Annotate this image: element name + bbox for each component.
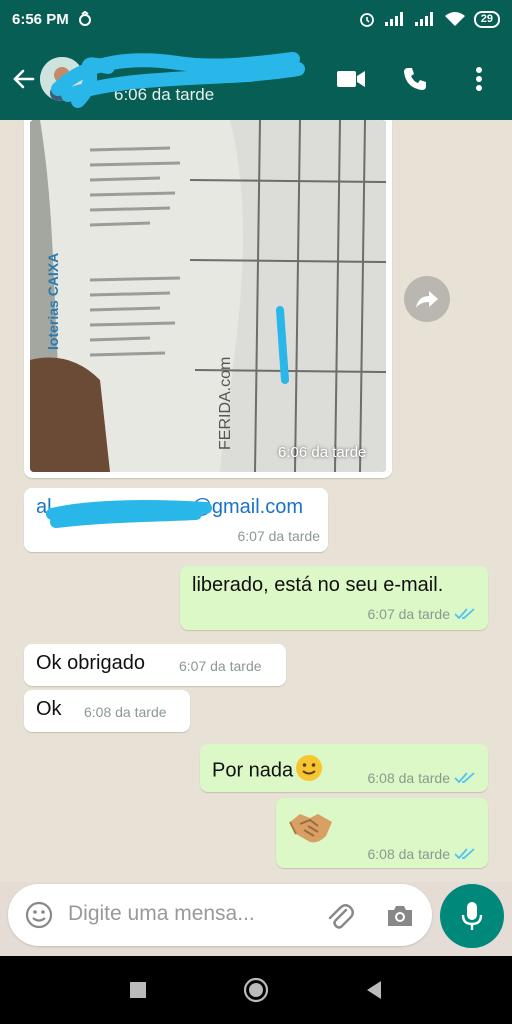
system-nav-bar (0, 956, 512, 1024)
outgoing-message[interactable]: Por nada 6:08 da tarde (200, 744, 488, 792)
email-message[interactable]: alxxxxxxxxxxxxxx@gmail.com 6:07 da tarde (24, 488, 328, 552)
contact-last-seen: 6:06 da tarde (114, 85, 215, 104)
read-ticks-icon (454, 772, 475, 784)
read-ticks-icon (454, 848, 475, 860)
message-text: Por nada (212, 754, 323, 788)
signal-icon-1 (384, 11, 406, 27)
received-photo[interactable]: loterias CAIXA FERIDA.com 6:06 da tarde (30, 120, 386, 472)
signal-icon-2 (414, 11, 436, 27)
message-time: 6:08 da tarde (367, 846, 450, 862)
message-text: Ok obrigado (36, 652, 145, 674)
smile-emoji-icon (295, 754, 323, 788)
camera-icon[interactable] (384, 900, 416, 932)
app-notification-icon (77, 11, 93, 27)
read-ticks-icon (454, 608, 475, 620)
incoming-message[interactable]: Ok 6:08 da tarde (24, 690, 190, 732)
handshake-emoji-icon (288, 808, 334, 851)
back-arrow-icon[interactable] (10, 65, 38, 93)
message-time: 6:07 da tarde (179, 658, 262, 674)
back-button[interactable] (360, 976, 388, 1004)
status-bar: 6:56 PM 29 (0, 0, 512, 38)
outgoing-message[interactable]: 6:08 da tarde (276, 798, 488, 868)
message-time: 6:06 da tarde (278, 444, 367, 461)
chat-messages[interactable]: loterias CAIXA FERIDA.com 6:06 da tarde … (0, 120, 512, 882)
message-text: liberado, está no seu e-mail. (192, 574, 444, 596)
message-time: 6:08 da tarde (367, 770, 450, 786)
message-input-bar[interactable]: Digite uma mensa... (8, 884, 432, 946)
home-button[interactable] (242, 976, 270, 1004)
mic-icon[interactable] (440, 884, 504, 948)
emoji-icon[interactable] (24, 900, 54, 930)
more-vert-icon[interactable] (464, 64, 494, 94)
message-time: 6:07 da tarde (237, 528, 320, 544)
recents-button[interactable] (124, 976, 152, 1004)
incoming-message[interactable]: Ok obrigado 6:07 da tarde (24, 644, 286, 686)
phone-icon[interactable] (400, 64, 430, 94)
chat-header: +55 11 9999 9757 6:06 da tarde (0, 38, 512, 120)
attach-icon[interactable] (324, 900, 356, 932)
contact-name: +55 11 9999 9757 (233, 55, 271, 80)
image-message[interactable]: loterias CAIXA FERIDA.com 6:06 da tarde (24, 120, 392, 478)
message-input[interactable]: Digite uma mensa... (68, 902, 255, 926)
video-call-icon[interactable] (336, 64, 366, 94)
svg-text:FERIDA.com: FERIDA.com (217, 357, 234, 450)
svg-text:loterias CAIXA: loterias CAIXA (45, 253, 61, 350)
alarm-icon (358, 10, 376, 28)
wifi-icon (444, 11, 466, 27)
contact-avatar[interactable] (40, 57, 84, 101)
message-time: 6:08 da tarde (84, 704, 167, 720)
message-text: Ok (36, 698, 62, 720)
contact-info[interactable]: +55 11 9999 9757 6:06 da tarde (51, 49, 336, 109)
battery-level: 29 (473, 10, 500, 28)
outgoing-message[interactable]: liberado, está no seu e-mail. 6:07 da ta… (180, 566, 488, 630)
share-icon[interactable] (404, 276, 450, 322)
message-time: 6:07 da tarde (367, 606, 450, 622)
email-link[interactable]: alxxxxxxxxxxxxxx@gmail.com (36, 496, 303, 519)
status-time: 6:56 PM (12, 10, 69, 28)
